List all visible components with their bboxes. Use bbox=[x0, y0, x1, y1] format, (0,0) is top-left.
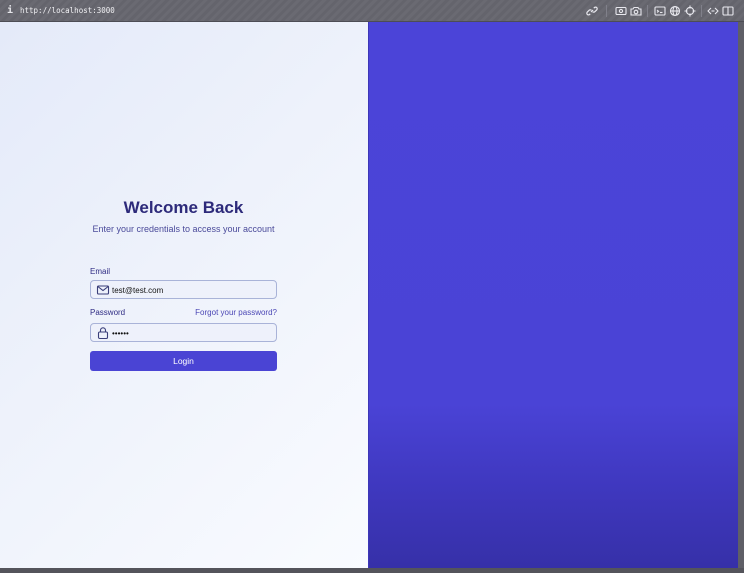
screenshot-icon[interactable] bbox=[615, 5, 627, 17]
toolbar-divider bbox=[647, 5, 648, 17]
camera-icon[interactable] bbox=[630, 5, 642, 17]
email-input[interactable] bbox=[112, 283, 272, 297]
info-icon[interactable]: i bbox=[7, 5, 13, 17]
email-label: Email bbox=[90, 267, 111, 276]
email-field[interactable] bbox=[90, 280, 277, 299]
terminal-icon[interactable] bbox=[654, 5, 666, 17]
mail-icon bbox=[96, 283, 110, 297]
code-brackets-icon[interactable] bbox=[707, 5, 719, 17]
window-bottom-edge bbox=[0, 568, 744, 573]
lock-icon bbox=[96, 326, 110, 340]
password-label: Password bbox=[90, 308, 126, 317]
browser-toolbar: i http://localhost:3000 bbox=[0, 0, 744, 22]
toolbar-divider bbox=[606, 5, 607, 17]
link-icon[interactable] bbox=[586, 5, 598, 17]
login-button[interactable]: Login bbox=[90, 351, 277, 371]
address-bar-url[interactable]: http://localhost:3000 bbox=[20, 5, 115, 17]
password-field[interactable] bbox=[90, 323, 277, 342]
split-view-icon[interactable] bbox=[722, 5, 734, 17]
brand-panel bbox=[369, 22, 738, 568]
password-input[interactable] bbox=[112, 326, 272, 340]
window-edge bbox=[738, 22, 744, 568]
browser-window: i http://localhost:3000 Welcome Back Ent… bbox=[0, 0, 744, 573]
page-title: Welcome Back bbox=[123, 198, 244, 217]
toolbar-divider bbox=[701, 5, 702, 17]
forgot-password-link[interactable]: Forgot your password? bbox=[190, 308, 277, 318]
crosshair-icon[interactable] bbox=[684, 5, 696, 17]
globe-icon[interactable] bbox=[669, 5, 681, 17]
page-subtitle: Enter your credentials to access your ac… bbox=[92, 224, 275, 234]
